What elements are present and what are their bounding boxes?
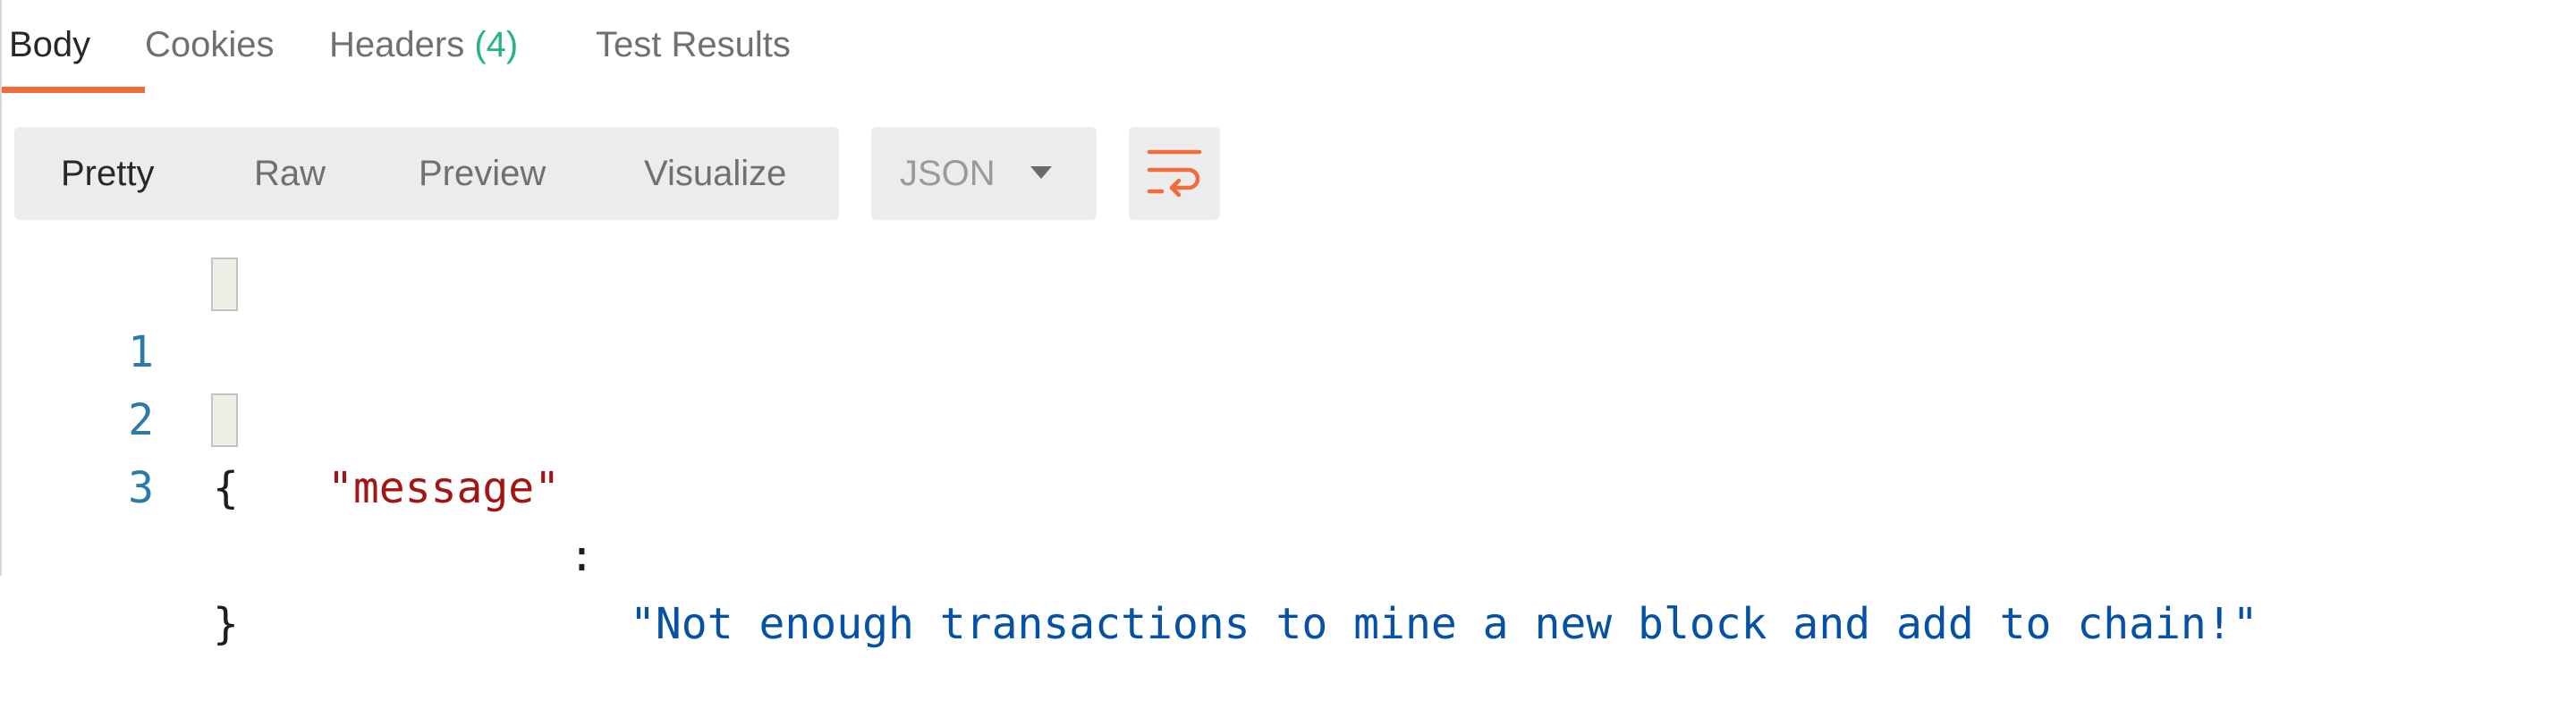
view-preview-button[interactable]: Preview	[419, 127, 546, 220]
view-pretty-button[interactable]: Pretty	[61, 127, 154, 220]
response-tabs: Body Cookies Headers (4) Test Results	[2, 0, 828, 93]
headers-count-badge: (4)	[474, 25, 519, 64]
json-open-brace: {	[213, 463, 239, 513]
bracket-match-highlight	[211, 257, 238, 311]
tab-cookies[interactable]: Cookies	[145, 0, 329, 93]
view-mode-group: Pretty Raw Preview Visualize	[14, 127, 839, 220]
json-string-value: "Not enough transactions to mine a new b…	[630, 599, 2258, 649]
format-select-value: JSON	[900, 154, 996, 193]
view-raw-button[interactable]: Raw	[254, 127, 326, 220]
view-visualize-button[interactable]: Visualize	[644, 127, 786, 220]
json-key: "message"	[327, 463, 561, 513]
tab-cookies-label: Cookies	[145, 25, 275, 64]
text-wrap-button[interactable]	[1129, 127, 1220, 220]
code-line: 1 {	[2, 250, 239, 513]
tab-headers-label: Headers	[329, 25, 465, 64]
chevron-down-icon	[1030, 166, 1052, 179]
code-line: 3 }	[2, 386, 239, 649]
bracket-match-highlight	[211, 393, 238, 447]
text-wrap-icon	[1147, 149, 1202, 198]
json-close-brace: }	[213, 599, 239, 649]
format-select[interactable]: JSON	[871, 127, 1097, 220]
tab-test-results-label: Test Results	[596, 25, 791, 64]
tab-body-label: Body	[9, 25, 91, 64]
tab-headers[interactable]: Headers (4)	[329, 0, 596, 93]
response-panel: Body Cookies Headers (4) Test Results Pr…	[0, 0, 2576, 649]
tab-body[interactable]: Body	[2, 0, 145, 93]
json-colon: :	[569, 531, 595, 581]
code-line: 2 "message" : "Not enough transactions t…	[2, 318, 2258, 649]
line-number: 3	[128, 463, 154, 513]
tab-test-results[interactable]: Test Results	[596, 0, 828, 93]
